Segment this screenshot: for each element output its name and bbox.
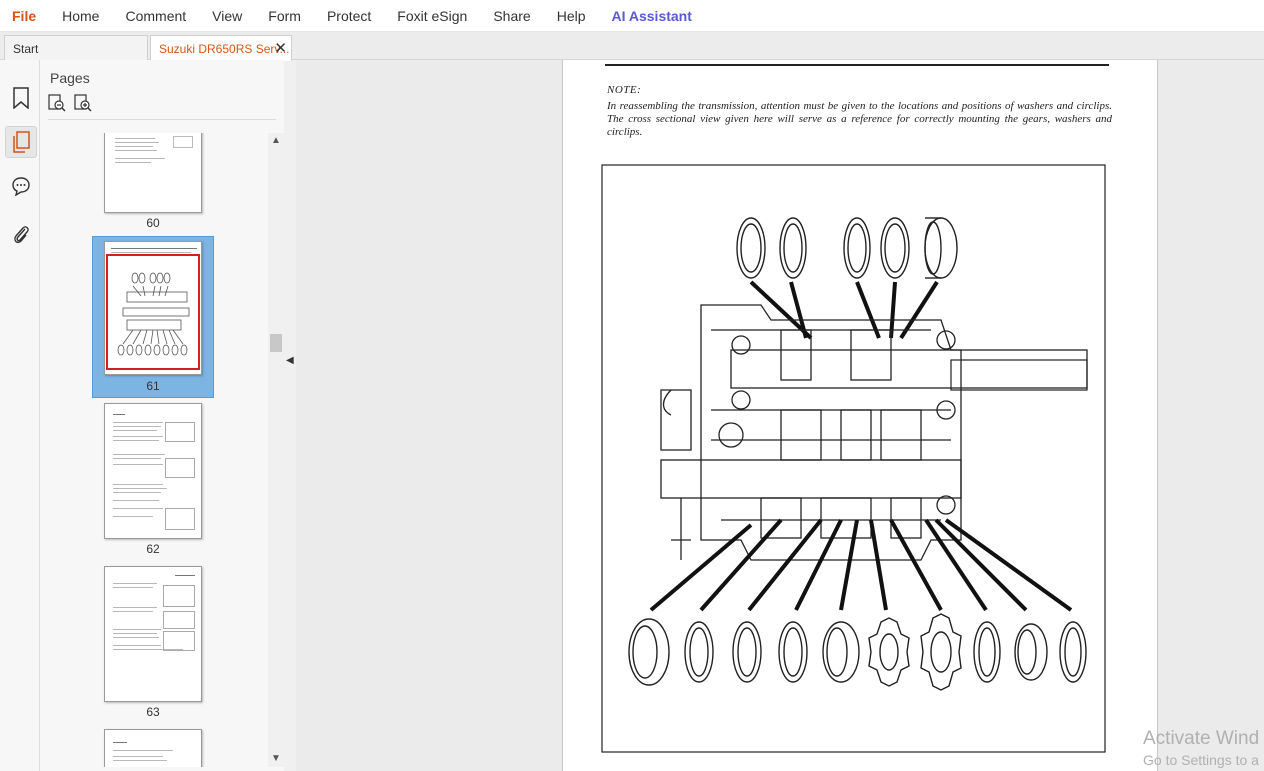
zoom-in-thumbnails-icon[interactable] (74, 94, 92, 112)
pages-panel: Pages 60 61 62 63 ▲ ▼ (40, 60, 284, 771)
menu-foxit-esign[interactable]: Foxit eSign (384, 0, 480, 32)
thumbnail-label: 61 (146, 379, 160, 393)
thumbnail-page-62[interactable]: 62 (92, 403, 214, 563)
thumbnail-scrollbar[interactable]: ▲ ▼ (268, 133, 284, 767)
scroll-up-icon[interactable]: ▲ (271, 135, 281, 146)
scrollbar-thumb[interactable] (270, 334, 282, 352)
menu-view[interactable]: View (199, 0, 255, 32)
tab-bar: Start Suzuki DR650RS Serv... ✕ (0, 32, 1264, 61)
thumbnail-page-61[interactable]: 61 (92, 236, 214, 398)
close-icon[interactable]: ✕ (274, 36, 287, 62)
thumbnail-page-64[interactable] (92, 729, 214, 767)
thumbnail-label: 62 (146, 542, 160, 556)
menu-bar: File Home Comment View Form Protect Foxi… (0, 0, 1264, 32)
document-page: NOTE: In reassembling the transmission, … (562, 60, 1158, 771)
note-title: NOTE: (607, 84, 642, 96)
transmission-cross-section-figure (601, 164, 1106, 753)
pages-icon[interactable] (5, 126, 37, 158)
attachment-icon[interactable] (5, 218, 37, 250)
bookmark-icon[interactable] (5, 82, 37, 114)
scroll-down-icon[interactable]: ▼ (271, 753, 281, 764)
zoom-out-thumbnails-icon[interactable] (48, 94, 66, 112)
menu-comment[interactable]: Comment (112, 0, 199, 32)
pages-panel-toolbar (48, 94, 92, 112)
menu-file[interactable]: File (0, 0, 49, 32)
note-body: In reassembling the transmission, attent… (607, 100, 1112, 138)
thumbnail-label: 63 (146, 705, 160, 719)
menu-form[interactable]: Form (255, 0, 314, 32)
menu-protect[interactable]: Protect (314, 0, 384, 32)
navigation-rail (0, 60, 40, 771)
tab-document-label: Suzuki DR650RS Serv... (159, 42, 290, 56)
document-view[interactable]: NOTE: In reassembling the transmission, … (296, 60, 1264, 771)
tab-start[interactable]: Start (4, 35, 148, 61)
activation-watermark-subtitle: Go to Settings to a (1143, 752, 1259, 768)
comment-icon[interactable] (5, 170, 37, 202)
pages-panel-title: Pages (50, 70, 90, 86)
menu-ai-assistant[interactable]: AI Assistant (599, 0, 705, 32)
thumbnail-page-63[interactable]: 63 (92, 566, 214, 726)
menu-help[interactable]: Help (544, 0, 599, 32)
tab-document[interactable]: Suzuki DR650RS Serv... ✕ (150, 35, 292, 61)
panel-divider (48, 119, 276, 120)
activation-watermark-title: Activate Wind (1143, 728, 1260, 749)
thumbnail-label: 60 (146, 216, 160, 230)
thumbnail-page-60[interactable]: 60 (92, 133, 214, 233)
thumbnail-list: 60 61 62 63 (40, 133, 268, 767)
collapse-panel-icon[interactable]: ◀ (286, 355, 294, 366)
menu-share[interactable]: Share (480, 0, 543, 32)
page-header-rule (605, 64, 1109, 66)
tab-start-label: Start (13, 42, 39, 56)
menu-home[interactable]: Home (49, 0, 112, 32)
